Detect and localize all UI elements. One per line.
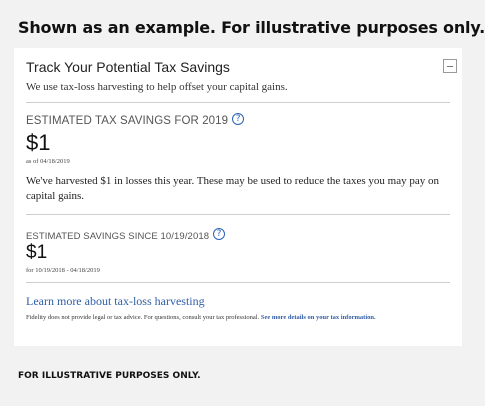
learn-more-link[interactable]: Learn more about tax-loss harvesting <box>26 294 205 309</box>
estimated-savings-label: ESTIMATED TAX SAVINGS FOR 2019? <box>26 113 245 127</box>
info-icon[interactable]: ? <box>213 228 226 240</box>
card-subtitle: We use tax-loss harvesting to help offse… <box>26 81 288 93</box>
divider <box>26 214 450 215</box>
estimated-savings-amount: $1 <box>26 130 51 155</box>
disclaimer: Fidelity does not provide legal or tax a… <box>26 313 454 322</box>
info-icon[interactable]: ? <box>232 113 245 125</box>
tax-savings-card: Track Your Potential Tax Savings We use … <box>14 48 462 346</box>
since-period-date: for 10/19/2018 - 04/18/2019 <box>26 267 100 274</box>
tax-details-link[interactable]: See more details on your tax information… <box>261 314 376 321</box>
estimated-savings-label-text: ESTIMATED TAX SAVINGS FOR 2019 <box>26 115 229 127</box>
estimated-as-of-date: as of 04/18/2019 <box>26 158 70 165</box>
divider <box>26 282 450 283</box>
disclaimer-text: Fidelity does not provide legal or tax a… <box>26 314 260 321</box>
since-savings-label-text: ESTIMATED SAVINGS SINCE 10/19/2018 <box>26 231 210 242</box>
bottom-caption: FOR ILLUSTRATIVE PURPOSES ONLY. <box>18 371 201 381</box>
top-caption: Shown as an example. For illustrative pu… <box>18 18 485 37</box>
card-title: Track Your Potential Tax Savings <box>26 59 230 75</box>
harvest-description: We've harvested $1 in losses this year. … <box>26 175 439 202</box>
divider <box>26 102 450 103</box>
since-savings-amount: $1 <box>26 242 48 263</box>
since-savings-label: ESTIMATED SAVINGS SINCE 10/19/2018? <box>26 228 226 242</box>
collapse-icon[interactable] <box>443 59 457 73</box>
